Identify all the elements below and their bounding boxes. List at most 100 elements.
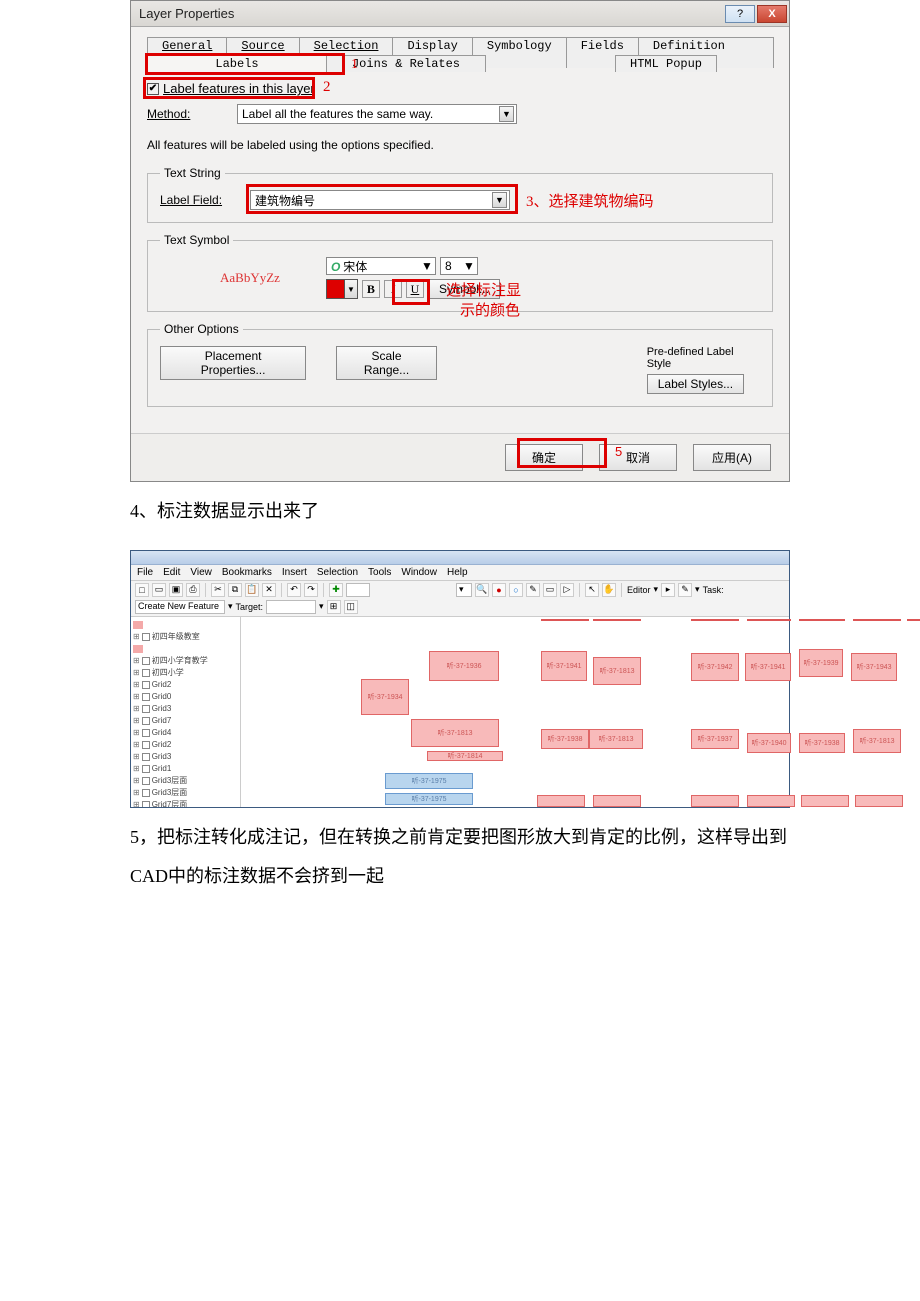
toc-item[interactable]: ⊞Grid4 (133, 727, 238, 739)
expand-icon[interactable]: ⊞ (133, 716, 140, 726)
layer-checkbox[interactable] (142, 753, 150, 761)
layer-checkbox[interactable] (142, 789, 150, 797)
copy-icon[interactable]: ⧉ (228, 583, 242, 597)
select-icon[interactable]: ▷ (560, 583, 574, 597)
method-select[interactable]: Label all the features the same way. ▼ (237, 104, 517, 124)
task-select[interactable]: Create New Feature (135, 600, 225, 614)
toc-item[interactable]: ⊞初四年级教室 (133, 631, 238, 643)
toc-item[interactable]: ⊞初四小学育教学 (133, 655, 238, 667)
underline-button[interactable]: U (406, 280, 424, 298)
menu-insert[interactable]: Insert (282, 567, 307, 578)
building-feature[interactable]: 听-37-1940 (747, 733, 791, 753)
edit-arrow-icon[interactable]: ▸ (661, 583, 675, 597)
add-icon[interactable]: ✚ (329, 583, 343, 597)
expand-icon[interactable]: ⊞ (133, 728, 140, 738)
target-select[interactable] (266, 600, 316, 614)
scale-input[interactable] (346, 583, 370, 597)
building-feature[interactable]: 听-37-1975 (385, 793, 473, 805)
expand-icon[interactable]: ⊞ (133, 752, 140, 762)
arrow-icon[interactable]: ↖ (585, 583, 599, 597)
building-feature[interactable]: 听-37-1938 (541, 729, 589, 749)
toc-item[interactable]: ⊞Grid2 (133, 679, 238, 691)
building-feature[interactable]: 听-37-1939 (799, 649, 843, 677)
print-icon[interactable]: ⎙ (186, 583, 200, 597)
sketch-icon[interactable]: ✎ (678, 583, 692, 597)
layer-checkbox[interactable] (142, 777, 150, 785)
expand-icon[interactable]: ⊞ (133, 800, 140, 807)
save-icon[interactable]: ▣ (169, 583, 183, 597)
building-feature[interactable]: 听-37-1942 (691, 653, 739, 681)
building-feature[interactable]: 听-37-1813 (589, 729, 643, 749)
expand-icon[interactable]: ⊞ (133, 776, 140, 786)
italic-button[interactable]: I (384, 280, 402, 298)
building-feature[interactable]: 听-37-1934 (361, 679, 409, 715)
menu-tools[interactable]: Tools (368, 567, 391, 578)
toc-item[interactable] (133, 643, 238, 655)
building-feature[interactable]: 听-37-1975 (385, 773, 473, 789)
map-canvas[interactable]: 听-37-1934听-37-1936听-37-1941听-37-1813听-37… (241, 617, 789, 807)
expand-icon[interactable]: ⊞ (133, 692, 140, 702)
redo-icon[interactable]: ↷ (304, 583, 318, 597)
tab-html-popup[interactable]: HTML Popup (615, 55, 717, 72)
building-feature[interactable]: 听-37-1941 (745, 653, 791, 681)
building-feature[interactable] (593, 795, 641, 807)
building-feature[interactable] (537, 795, 585, 807)
marker-icon[interactable]: ● (492, 583, 506, 597)
toc-item[interactable]: ⊞Grid1 (133, 763, 238, 775)
close-button[interactable]: X (757, 5, 787, 23)
layer-checkbox[interactable] (142, 741, 150, 749)
layer-checkbox[interactable] (142, 705, 150, 713)
expand-icon[interactable]: ⊞ (133, 656, 140, 666)
bold-button[interactable]: B (362, 280, 380, 298)
table-of-contents[interactable]: ⊞初四年级教室⊞初四小学育教学⊞初四小学⊞Grid2⊞Grid0⊞Grid3⊞G… (131, 617, 241, 807)
menu-view[interactable]: View (190, 567, 212, 578)
layer-checkbox[interactable] (142, 693, 150, 701)
new-icon[interactable]: □ (135, 583, 149, 597)
toc-item[interactable]: ⊞Grid3层面 (133, 775, 238, 787)
rect-icon[interactable]: ▭ (543, 583, 557, 597)
layer-checkbox[interactable] (142, 801, 150, 807)
menu-edit[interactable]: Edit (163, 567, 180, 578)
tab-joins-relates[interactable]: Joins & Relates (326, 55, 486, 72)
building-feature[interactable] (691, 795, 739, 807)
delete-icon[interactable]: ✕ (262, 583, 276, 597)
building-feature[interactable]: 听-37-1813 (853, 729, 901, 753)
building-feature[interactable]: 听-37-1813 (411, 719, 499, 747)
circle-icon[interactable]: ○ (509, 583, 523, 597)
building-feature[interactable] (747, 795, 795, 807)
building-feature[interactable]: 听-37-1941 (541, 651, 587, 681)
building-feature[interactable]: 听-37-1937 (691, 729, 739, 749)
expand-icon[interactable]: ⊞ (133, 668, 140, 678)
menu-bookmarks[interactable]: Bookmarks (222, 567, 272, 578)
color-button[interactable]: ▼ (326, 279, 358, 299)
toc-item[interactable]: ⊞Grid7层面 (133, 799, 238, 807)
placement-properties-button[interactable]: Placement Properties... (160, 346, 306, 380)
hand-icon[interactable]: ✋ (602, 583, 616, 597)
editor-label[interactable]: Editor (627, 585, 651, 595)
expand-icon[interactable]: ⊞ (133, 740, 140, 750)
building-feature[interactable]: 听-37-1813 (593, 657, 641, 685)
label-styles-button[interactable]: Label Styles... (647, 374, 744, 394)
building-feature[interactable] (801, 795, 849, 807)
zoom-in-icon[interactable]: 🔍 (475, 583, 489, 597)
size-select[interactable]: 8 ▼ (440, 257, 478, 275)
expand-icon[interactable]: ⊞ (133, 680, 140, 690)
undo-icon[interactable]: ↶ (287, 583, 301, 597)
toc-item[interactable]: ⊞Grid3层面 (133, 787, 238, 799)
toc-item[interactable]: ⊞Grid3 (133, 751, 238, 763)
building-feature[interactable]: 听-37-1814 (427, 751, 503, 761)
layer-checkbox[interactable] (142, 681, 150, 689)
paste-icon[interactable]: 📋 (245, 583, 259, 597)
label-field-select[interactable]: 建筑物编号 ▼ (250, 190, 510, 210)
toc-item[interactable]: ⊞Grid7 (133, 715, 238, 727)
layer-checkbox[interactable] (142, 657, 150, 665)
expand-icon[interactable]: ⊞ (133, 788, 140, 798)
toc-item[interactable]: ⊞Grid0 (133, 691, 238, 703)
cut-icon[interactable]: ✂ (211, 583, 225, 597)
building-feature[interactable] (855, 795, 903, 807)
building-feature[interactable]: 听-37-1938 (799, 733, 845, 753)
building-feature[interactable]: 听-37-1943 (851, 653, 897, 681)
scale-range-button[interactable]: Scale Range... (336, 346, 436, 380)
misc-icon[interactable]: ◫ (344, 600, 358, 614)
expand-icon[interactable]: ⊞ (133, 704, 140, 714)
